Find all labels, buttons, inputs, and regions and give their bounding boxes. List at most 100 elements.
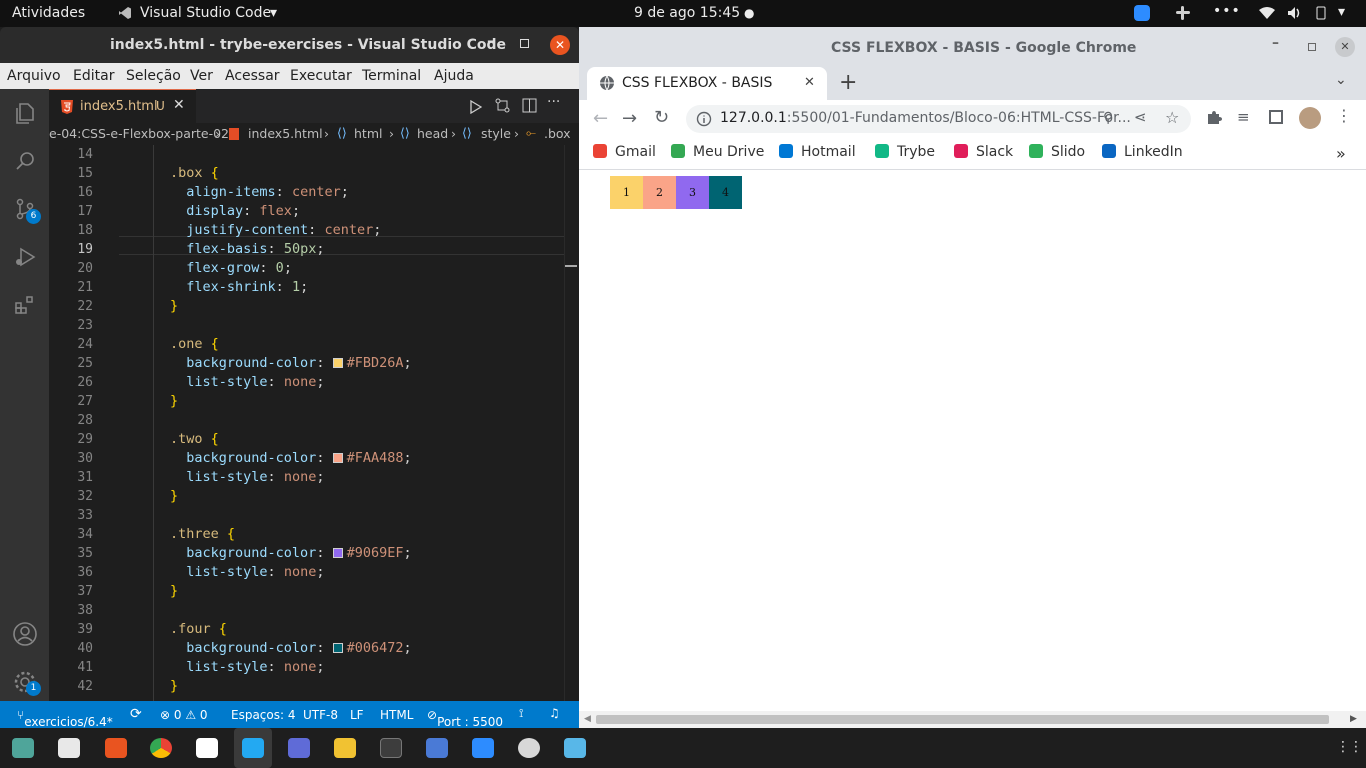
disk-app-icon[interactable] bbox=[518, 738, 540, 758]
chrome-maximize-button[interactable] bbox=[1308, 43, 1316, 51]
bookmark-star-icon[interactable]: ☆ bbox=[1165, 108, 1179, 127]
maximize-button[interactable] bbox=[520, 39, 529, 48]
problems-indicator[interactable]: ⊗ 0 ⚠ 0 bbox=[160, 708, 208, 722]
reload-button[interactable]: ↻ bbox=[654, 107, 669, 128]
back-button[interactable]: ← bbox=[593, 108, 608, 129]
tab-search-chevron-icon[interactable]: ⌄ bbox=[1335, 72, 1347, 88]
scroll-right-arrow-icon[interactable]: ▶ bbox=[1350, 714, 1357, 724]
run-debug-icon[interactable] bbox=[13, 245, 37, 269]
chrome-close-button[interactable]: ✕ bbox=[1335, 37, 1355, 57]
menu-executar[interactable]: Executar bbox=[290, 68, 352, 84]
screenshot-app-icon[interactable] bbox=[288, 738, 310, 758]
color-swatch[interactable] bbox=[332, 358, 343, 368]
volume-icon[interactable] bbox=[1287, 6, 1303, 20]
menu-editar[interactable]: Editar bbox=[73, 68, 114, 84]
menu-terminal[interactable]: Terminal bbox=[362, 68, 421, 84]
more-actions-icon[interactable]: ··· bbox=[547, 94, 560, 110]
vscode-app-icon[interactable] bbox=[242, 738, 264, 758]
language-mode[interactable]: HTML bbox=[380, 708, 413, 722]
close-button[interactable]: ✕ bbox=[550, 35, 570, 55]
bookmark-linkedin[interactable]: LinkedIn bbox=[1102, 144, 1183, 160]
breadcrumb-style[interactable]: style bbox=[481, 126, 511, 141]
url-text[interactable]: 127.0.0.1:5500/01-Fundamentos/Bloco-06:H… bbox=[720, 110, 1131, 126]
branch-indicator[interactable]: ⑂ exercicios/6.4* bbox=[17, 708, 113, 729]
software-app-icon[interactable] bbox=[105, 738, 127, 758]
clock[interactable]: 9 de ago 15:45 bbox=[634, 5, 740, 21]
site-info-icon[interactable] bbox=[696, 111, 712, 127]
new-tab-button[interactable]: + bbox=[839, 70, 857, 95]
chrome-menu-icon[interactable]: ⋮ bbox=[1336, 106, 1352, 125]
battery-icon[interactable] bbox=[1314, 6, 1328, 20]
color-swatch[interactable] bbox=[332, 643, 343, 653]
address-bar[interactable]: 127.0.0.1:5500/01-Fundamentos/Bloco-06:H… bbox=[686, 105, 1191, 133]
encoding-setting[interactable]: UTF-8 bbox=[303, 708, 338, 722]
media-controls-icon[interactable]: ≡ bbox=[1237, 108, 1250, 126]
menu-acessar[interactable]: Acessar bbox=[225, 68, 280, 84]
notifications-bell-icon[interactable]: ♫ bbox=[549, 706, 560, 720]
indentation-setting[interactable]: Espaços: 4 bbox=[231, 708, 296, 722]
app-menu-name[interactable]: Visual Studio Code bbox=[140, 5, 271, 21]
menu-ajuda[interactable]: Ajuda bbox=[434, 68, 474, 84]
accounts-icon[interactable] bbox=[12, 621, 38, 647]
app-menu-arrow-icon[interactable]: ▾ bbox=[270, 5, 277, 21]
color-swatch[interactable] bbox=[332, 453, 343, 463]
eol-setting[interactable]: LF bbox=[350, 708, 364, 722]
forward-button[interactable]: → bbox=[622, 108, 637, 129]
split-editor-icon[interactable] bbox=[522, 98, 537, 113]
share-icon[interactable]: ⋖ bbox=[1134, 108, 1147, 126]
archive-app-icon[interactable] bbox=[334, 738, 356, 758]
breadcrumb-folder[interactable]: e-04:CSS-e-Flexbox-parte-02 bbox=[49, 126, 229, 141]
breadcrumb-file[interactable]: index5.html bbox=[248, 126, 323, 141]
wifi-icon[interactable] bbox=[1258, 6, 1276, 20]
color-swatch[interactable] bbox=[332, 548, 343, 558]
extensions-puzzle-icon[interactable] bbox=[1206, 109, 1222, 125]
bookmark-slack[interactable]: Slack bbox=[954, 144, 1013, 160]
more-tray-icon[interactable]: ••• bbox=[1213, 3, 1241, 19]
run-icon[interactable] bbox=[470, 99, 483, 115]
tasks-app-icon[interactable] bbox=[426, 738, 448, 758]
menu-selecao[interactable]: Seleção bbox=[126, 68, 181, 84]
chrome-minimize-button[interactable]: – bbox=[1272, 35, 1279, 51]
chrome-app-icon[interactable] bbox=[150, 738, 172, 758]
breadcrumb-head[interactable]: head bbox=[417, 126, 448, 141]
zoom-search-icon[interactable]: ⚲ bbox=[1103, 110, 1113, 126]
tab-close-icon[interactable]: ✕ bbox=[173, 97, 185, 113]
bookmark-gmail[interactable]: Gmail bbox=[593, 144, 656, 160]
tab-close-icon[interactable]: ✕ bbox=[804, 75, 815, 90]
files-app-icon[interactable] bbox=[58, 738, 80, 758]
zoom-tray-icon[interactable] bbox=[1134, 5, 1150, 21]
zoom-app-icon[interactable] bbox=[472, 738, 494, 758]
breadcrumb-html[interactable]: html bbox=[354, 126, 382, 141]
code-editor[interactable]: 14 15 .box {16 align-items: center; 17 disp… bbox=[49, 145, 579, 701]
power-menu-arrow-icon[interactable]: ▾ bbox=[1338, 4, 1345, 20]
calendar-app-icon[interactable] bbox=[12, 738, 34, 758]
bookmark-meu-drive[interactable]: Meu Drive bbox=[671, 144, 764, 160]
tab-index5-html[interactable]: index5.html U ✕ bbox=[49, 89, 196, 123]
activities-button[interactable]: Atividades bbox=[12, 5, 85, 21]
menu-arquivo[interactable]: Arquivo bbox=[7, 68, 61, 84]
horizontal-scrollbar[interactable]: ◀ ▶ bbox=[579, 711, 1366, 728]
broadcast-icon[interactable]: ⟟ bbox=[519, 706, 523, 721]
more-bookmarks-icon[interactable]: » bbox=[1336, 144, 1346, 163]
search-icon[interactable] bbox=[13, 149, 37, 173]
chrome-tab[interactable]: CSS FLEXBOX - BASIS ✕ bbox=[587, 67, 827, 100]
slack-tray-icon[interactable] bbox=[1175, 5, 1191, 21]
side-panel-icon[interactable] bbox=[1269, 110, 1283, 124]
terminal-app-icon[interactable] bbox=[380, 738, 402, 758]
menu-ver[interactable]: Ver bbox=[190, 68, 213, 84]
editor-scrollbar[interactable] bbox=[564, 145, 579, 701]
profile-avatar[interactable] bbox=[1299, 107, 1321, 129]
bookmark-slido[interactable]: Slido bbox=[1029, 144, 1085, 160]
slack-app-icon[interactable] bbox=[196, 738, 218, 758]
minimize-button[interactable]: – bbox=[487, 31, 495, 50]
open-changes-icon[interactable] bbox=[495, 98, 510, 113]
remmina-app-icon[interactable] bbox=[564, 738, 586, 758]
scroll-left-arrow-icon[interactable]: ◀ bbox=[584, 714, 591, 724]
explorer-icon[interactable] bbox=[13, 101, 37, 125]
scrollbar-thumb[interactable] bbox=[596, 715, 1329, 724]
show-apps-grid-icon[interactable]: ⋮⋮⋮ bbox=[1336, 739, 1366, 755]
live-server-port[interactable]: ⊘ Port : 5500 bbox=[427, 708, 503, 729]
bookmark-hotmail[interactable]: Hotmail bbox=[779, 144, 856, 160]
sync-icon[interactable]: ⟳ bbox=[130, 706, 142, 722]
breadcrumb-box[interactable]: .box bbox=[544, 126, 571, 141]
